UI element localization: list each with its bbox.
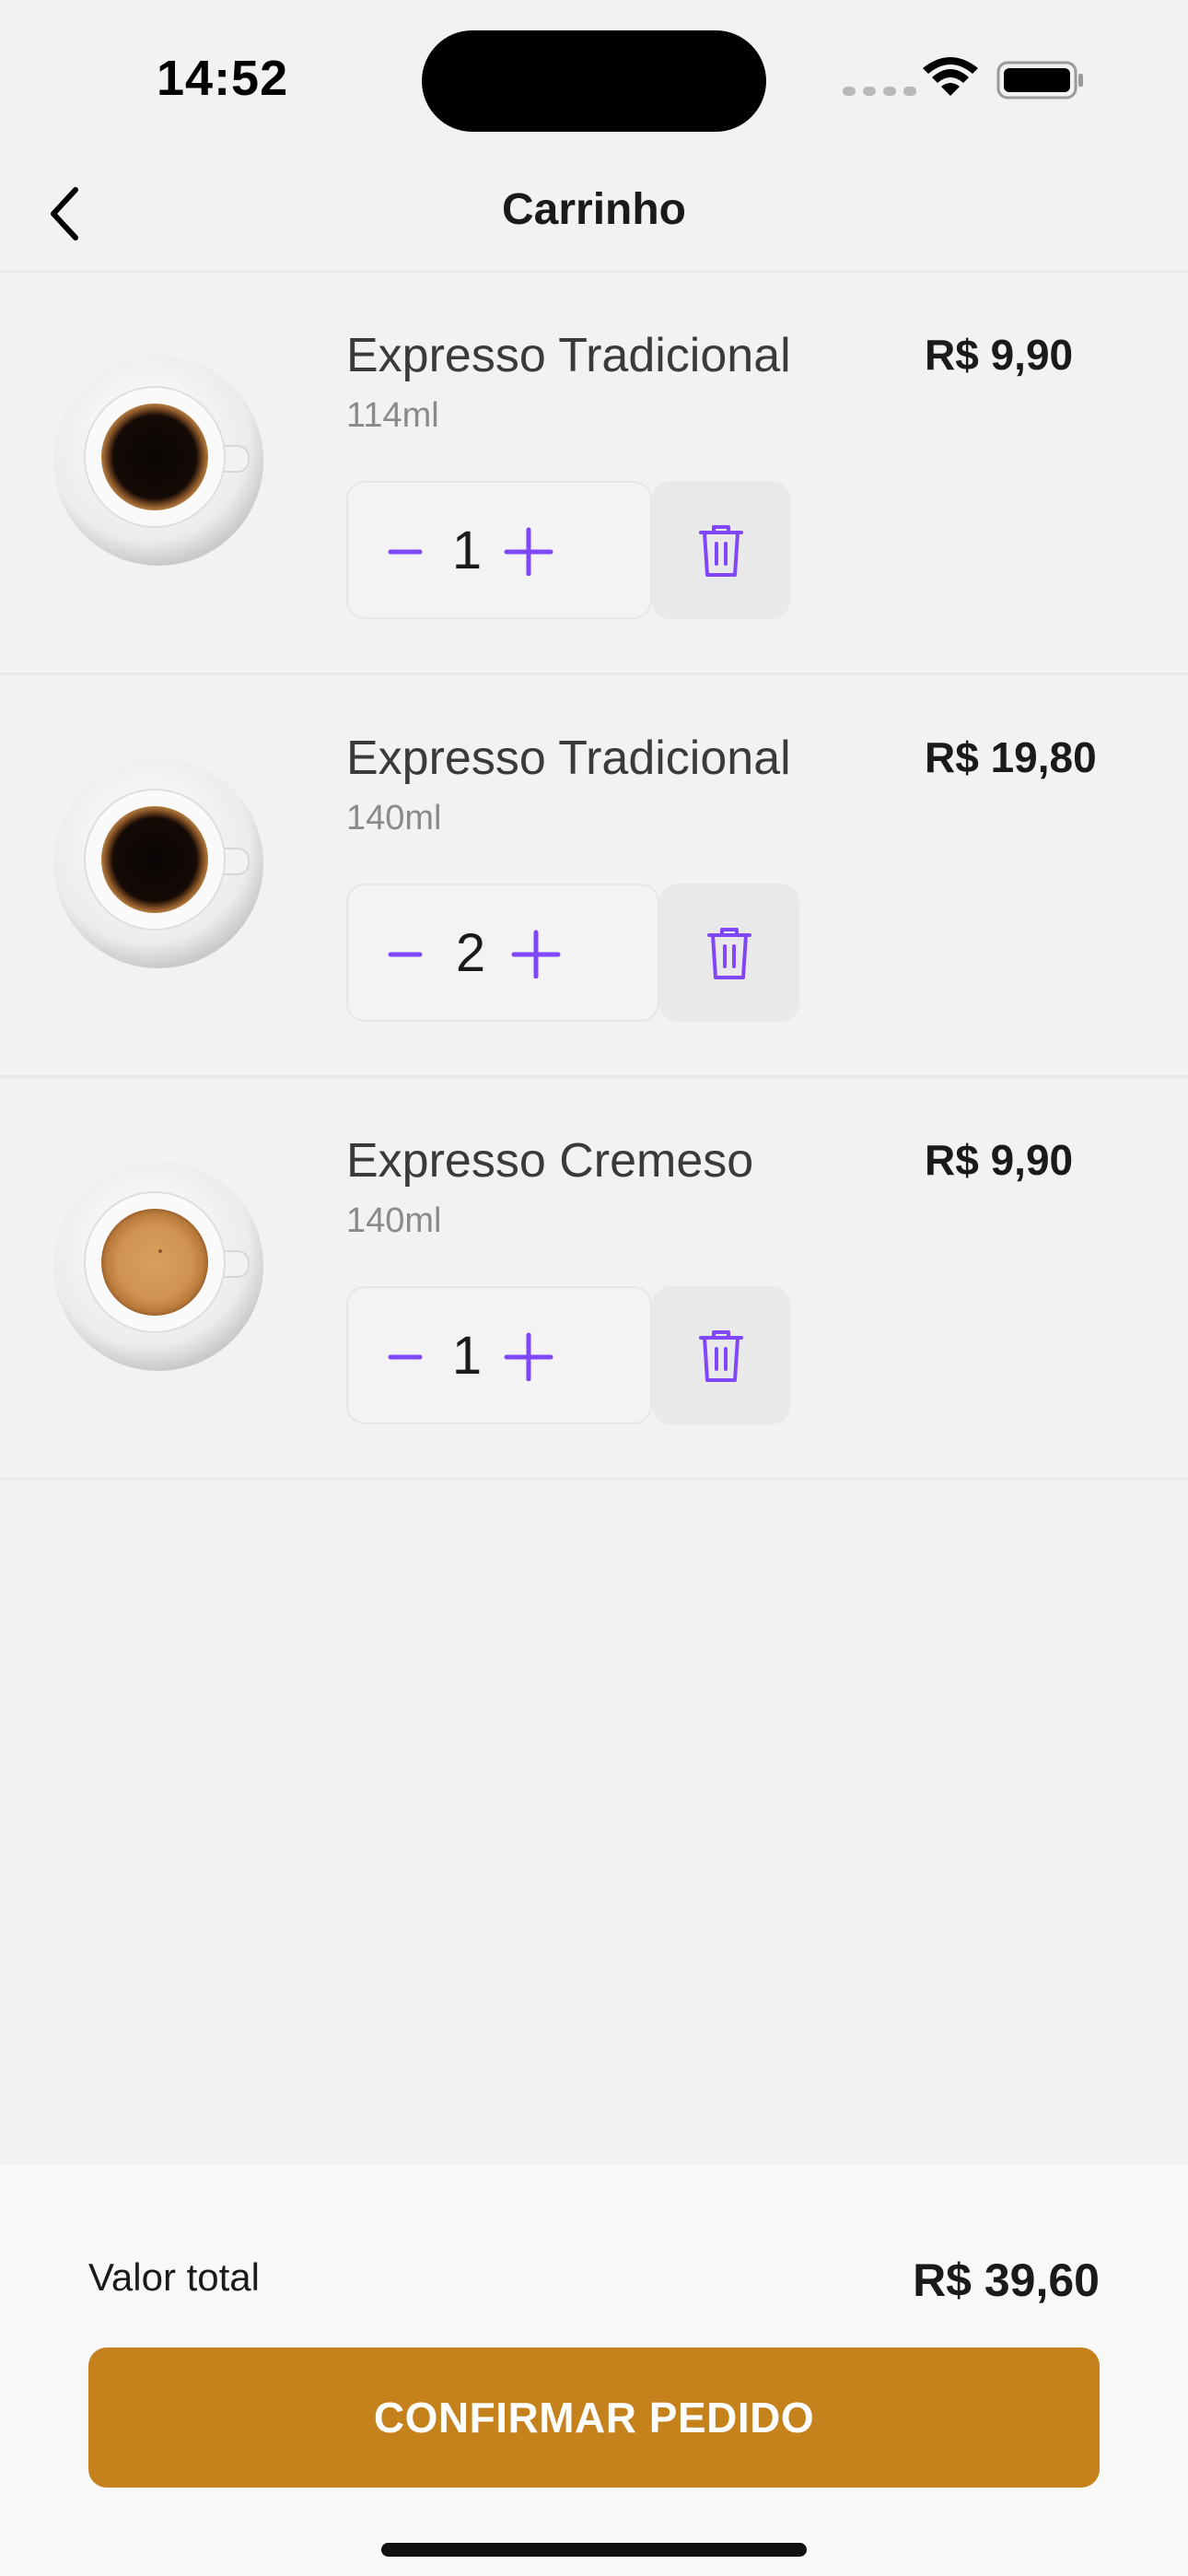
- coffee-cup-image: [53, 356, 263, 566]
- increase-quantity-button[interactable]: [497, 519, 560, 581]
- plus-icon: [511, 930, 561, 978]
- item-controls: 1: [346, 481, 790, 619]
- item-controls: 2: [346, 884, 799, 1022]
- page-title: Carrinho: [501, 185, 686, 234]
- quantity-stepper: 2: [346, 884, 659, 1022]
- quantity-value: 1: [451, 520, 483, 580]
- total-label: Valor total: [88, 2255, 260, 2299]
- minus-icon: [388, 952, 423, 957]
- cellular-signal-icon: [843, 87, 916, 96]
- item-size: 140ml: [346, 799, 442, 837]
- trash-icon: [707, 928, 751, 979]
- home-indicator: [381, 2543, 807, 2557]
- decrease-quantity-button[interactable]: [374, 1324, 437, 1387]
- increase-quantity-button[interactable]: [497, 1324, 560, 1387]
- app-header: Carrinho: [0, 157, 1188, 273]
- cart-item: Expresso Tradicional 114ml R$ 9,90 1: [0, 273, 1188, 675]
- item-info: Expresso Tradicional 114ml: [346, 328, 791, 436]
- decrease-quantity-button[interactable]: [374, 519, 437, 581]
- item-price: R$ 9,90: [925, 331, 1074, 379]
- item-info: Expresso Cremeso 140ml: [346, 1133, 753, 1241]
- quantity-stepper: 1: [346, 1286, 652, 1424]
- item-name: Expresso Tradicional: [346, 329, 791, 382]
- battery-icon: [996, 61, 1083, 100]
- item-size: 114ml: [346, 396, 439, 435]
- cart-item: Expresso Tradicional 140ml R$ 19,80 2: [0, 675, 1188, 1078]
- item-info: Expresso Tradicional 140ml: [346, 731, 791, 838]
- total-value: R$ 39,60: [913, 2254, 1100, 2306]
- checkout-footer: Valor total R$ 39,60 CONFIRMAR PEDIDO: [0, 2165, 1188, 2576]
- item-price: R$ 19,80: [925, 733, 1097, 781]
- item-size: 140ml: [346, 1201, 442, 1240]
- confirm-order-button[interactable]: CONFIRMAR PEDIDO: [88, 2348, 1100, 2488]
- minus-icon: [388, 549, 423, 555]
- plus-icon: [504, 1332, 553, 1381]
- minus-icon: [388, 1354, 423, 1360]
- quantity-stepper: 1: [346, 481, 652, 619]
- plus-icon: [504, 527, 553, 576]
- coffee-cup-image: [53, 1161, 263, 1371]
- item-controls: 1: [346, 1286, 790, 1424]
- item-price: R$ 9,90: [925, 1136, 1074, 1184]
- status-time: 14:52: [157, 51, 289, 106]
- trash-icon: [699, 1330, 743, 1382]
- remove-item-button[interactable]: [659, 884, 799, 1022]
- dynamic-island: [422, 30, 766, 132]
- decrease-quantity-button[interactable]: [374, 921, 437, 984]
- status-bar: 14:52: [0, 0, 1188, 157]
- quantity-value: 2: [455, 922, 486, 983]
- cart-list: Expresso Tradicional 114ml R$ 9,90 1 Exp…: [0, 273, 1188, 1481]
- item-name: Expresso Cremeso: [346, 1134, 754, 1188]
- trash-icon: [699, 525, 743, 577]
- quantity-value: 1: [451, 1325, 483, 1386]
- increase-quantity-button[interactable]: [505, 921, 567, 984]
- item-name: Expresso Tradicional: [346, 732, 791, 785]
- cart-item: Expresso Cremeso 140ml R$ 9,90 1: [0, 1078, 1188, 1481]
- remove-item-button[interactable]: [652, 1286, 790, 1424]
- remove-item-button[interactable]: [652, 481, 790, 619]
- wifi-icon: [923, 57, 978, 96]
- coffee-cup-image: [53, 758, 263, 968]
